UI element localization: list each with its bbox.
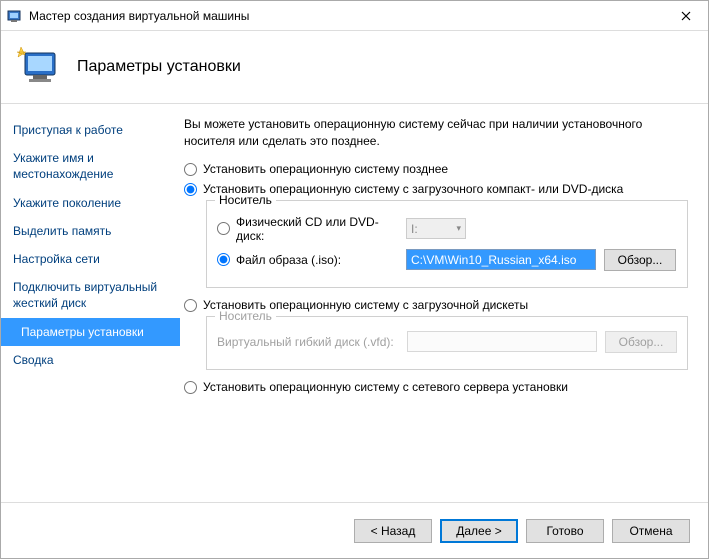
vfd-path-input xyxy=(407,331,597,352)
wizard-header: Параметры установки xyxy=(1,31,708,104)
step-install-options[interactable]: Параметры установки xyxy=(1,318,180,346)
step-generation[interactable]: Укажите поколение xyxy=(1,189,180,217)
back-button[interactable]: < Назад xyxy=(354,519,432,543)
iso-path-input[interactable] xyxy=(406,249,596,270)
radio-install-network[interactable] xyxy=(184,381,197,394)
chevron-down-icon: ▾ xyxy=(456,223,461,234)
next-button[interactable]: Далее > xyxy=(440,519,518,543)
step-before-you-begin[interactable]: Приступая к работе xyxy=(1,116,180,144)
floppy-fieldset: Носитель Виртуальный гибкий диск (.vfd):… xyxy=(206,316,688,370)
wizard-content: Вы можете установить операционную систем… xyxy=(180,104,708,500)
close-icon xyxy=(681,11,691,21)
wizard-window: Мастер создания виртуальной машины Парам… xyxy=(0,0,709,559)
intro-text: Вы можете установить операционную систем… xyxy=(184,116,688,150)
radio-install-floppy[interactable] xyxy=(184,299,197,312)
floppy-legend: Носитель xyxy=(215,309,276,323)
radio-iso-file[interactable] xyxy=(217,253,230,266)
label-install-later: Установить операционную систему позднее xyxy=(203,162,688,176)
radio-physical-disc[interactable] xyxy=(217,222,230,235)
window-title: Мастер создания виртуальной машины xyxy=(29,9,663,23)
close-button[interactable] xyxy=(663,1,708,30)
drive-value: I: xyxy=(411,222,418,236)
wizard-steps-sidebar: Приступая к работе Укажите имя и местона… xyxy=(1,104,180,500)
radio-install-later[interactable] xyxy=(184,163,197,176)
step-summary[interactable]: Сводка xyxy=(1,346,180,374)
step-vhd[interactable]: Подключить виртуальный жесткий диск xyxy=(1,273,180,317)
page-title: Параметры установки xyxy=(77,58,241,76)
wizard-footer: < Назад Далее > Готово Отмена xyxy=(1,502,708,558)
media-legend: Носитель xyxy=(215,193,276,207)
wizard-icon xyxy=(15,45,63,89)
titlebar: Мастер создания виртуальной машины xyxy=(1,1,708,31)
label-iso-file: Файл образа (.iso): xyxy=(236,253,406,267)
browse-vfd-button: Обзор... xyxy=(605,331,677,353)
step-name-location[interactable]: Укажите имя и местонахождение xyxy=(1,144,180,188)
app-icon xyxy=(7,8,23,24)
step-memory[interactable]: Выделить память xyxy=(1,217,180,245)
radio-install-cd[interactable] xyxy=(184,183,197,196)
drive-select: I: ▾ xyxy=(406,218,466,239)
cancel-button[interactable]: Отмена xyxy=(612,519,690,543)
media-fieldset: Носитель Физический CD или DVD-диск: I: … xyxy=(206,200,688,288)
label-install-network: Установить операционную систему с сетево… xyxy=(203,380,688,394)
label-vfd: Виртуальный гибкий диск (.vfd): xyxy=(217,335,407,349)
label-physical-disc: Физический CD или DVD-диск: xyxy=(236,215,406,243)
step-networking[interactable]: Настройка сети xyxy=(1,245,180,273)
browse-iso-button[interactable]: Обзор... xyxy=(604,249,676,271)
finish-button[interactable]: Готово xyxy=(526,519,604,543)
wizard-body: Приступая к работе Укажите имя и местона… xyxy=(1,104,708,500)
